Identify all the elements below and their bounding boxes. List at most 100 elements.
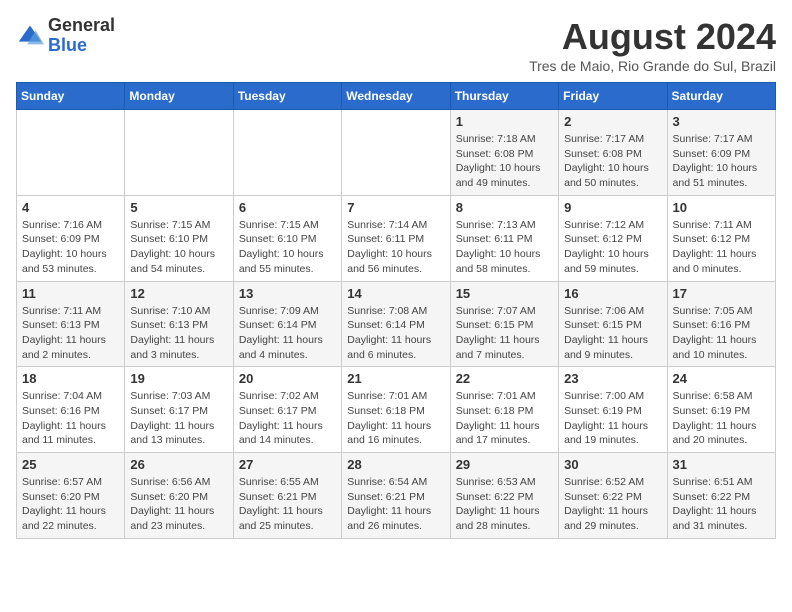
day-cell: 4Sunrise: 7:16 AM Sunset: 6:09 PM Daylig… bbox=[17, 195, 125, 281]
day-info: Sunrise: 7:14 AM Sunset: 6:11 PM Dayligh… bbox=[347, 218, 444, 277]
day-info: Sunrise: 7:03 AM Sunset: 6:17 PM Dayligh… bbox=[130, 389, 227, 448]
day-cell: 31 Sunrise: 6:51 AM Sunset: 6:22 PM Dayli… bbox=[667, 453, 775, 539]
weekday-header-monday: Monday bbox=[125, 83, 233, 110]
day-info: Sunrise: 7:10 AM Sunset: 6:13 PM Dayligh… bbox=[130, 304, 227, 363]
day-info: Sunrise: 7:01 AM Sunset: 6:18 PM Dayligh… bbox=[456, 389, 553, 448]
day-cell: 30 Sunrise: 6:52 AM Sunset: 6:22 PM Dayli… bbox=[559, 453, 667, 539]
day-info: Sunrise: 7:09 AM Sunset: 6:14 PM Dayligh… bbox=[239, 304, 336, 363]
day-number: 1 bbox=[456, 114, 553, 129]
day-cell: 15Sunrise: 7:07 AM Sunset: 6:15 PM Dayli… bbox=[450, 281, 558, 367]
day-number: 15 bbox=[456, 286, 553, 301]
day-info: Sunrise: 6:53 AM Sunset: 6:22 PM Dayligh… bbox=[456, 475, 553, 534]
day-info: Sunrise: 7:08 AM Sunset: 6:14 PM Dayligh… bbox=[347, 304, 444, 363]
day-info: Sunrise: 7:04 AM Sunset: 6:16 PM Dayligh… bbox=[22, 389, 119, 448]
day-number: 14 bbox=[347, 286, 444, 301]
day-cell: 9 Sunrise: 7:12 AM Sunset: 6:12 PM Daylig… bbox=[559, 195, 667, 281]
week-row-3: 11 Sunrise: 7:11 AM Sunset: 6:13 PM Dayli… bbox=[17, 281, 776, 367]
day-number: 24 bbox=[673, 371, 770, 386]
day-cell: 12 Sunrise: 7:10 AM Sunset: 6:13 PM Dayli… bbox=[125, 281, 233, 367]
day-cell: 13Sunrise: 7:09 AM Sunset: 6:14 PM Dayli… bbox=[233, 281, 341, 367]
day-number: 7 bbox=[347, 200, 444, 215]
day-cell bbox=[233, 110, 341, 196]
day-cell bbox=[342, 110, 450, 196]
day-cell: 11 Sunrise: 7:11 AM Sunset: 6:13 PM Dayli… bbox=[17, 281, 125, 367]
day-info: Sunrise: 7:13 AM Sunset: 6:11 PM Dayligh… bbox=[456, 218, 553, 277]
day-info: Sunrise: 6:52 AM Sunset: 6:22 PM Dayligh… bbox=[564, 475, 661, 534]
day-cell: 1Sunrise: 7:18 AM Sunset: 6:08 PM Daylig… bbox=[450, 110, 558, 196]
day-info: Sunrise: 6:54 AM Sunset: 6:21 PM Dayligh… bbox=[347, 475, 444, 534]
day-info: Sunrise: 7:01 AM Sunset: 6:18 PM Dayligh… bbox=[347, 389, 444, 448]
day-info: Sunrise: 6:58 AM Sunset: 6:19 PM Dayligh… bbox=[673, 389, 770, 448]
calendar-body: 1Sunrise: 7:18 AM Sunset: 6:08 PM Daylig… bbox=[17, 110, 776, 539]
weekday-header-friday: Friday bbox=[559, 83, 667, 110]
weekday-row: SundayMondayTuesdayWednesdayThursdayFrid… bbox=[17, 83, 776, 110]
week-row-2: 4Sunrise: 7:16 AM Sunset: 6:09 PM Daylig… bbox=[17, 195, 776, 281]
location-title: Tres de Maio, Rio Grande do Sul, Brazil bbox=[529, 58, 776, 74]
day-info: Sunrise: 7:17 AM Sunset: 6:09 PM Dayligh… bbox=[673, 132, 770, 191]
day-number: 11 bbox=[22, 286, 119, 301]
day-info: Sunrise: 7:02 AM Sunset: 6:17 PM Dayligh… bbox=[239, 389, 336, 448]
day-cell: 26 Sunrise: 6:56 AM Sunset: 6:20 PM Dayli… bbox=[125, 453, 233, 539]
day-cell: 25Sunrise: 6:57 AM Sunset: 6:20 PM Dayli… bbox=[17, 453, 125, 539]
day-cell: 16Sunrise: 7:06 AM Sunset: 6:15 PM Dayli… bbox=[559, 281, 667, 367]
day-cell: 20Sunrise: 7:02 AM Sunset: 6:17 PM Dayli… bbox=[233, 367, 341, 453]
day-number: 29 bbox=[456, 457, 553, 472]
day-number: 18 bbox=[22, 371, 119, 386]
day-number: 31 bbox=[673, 457, 770, 472]
day-cell bbox=[17, 110, 125, 196]
day-number: 30 bbox=[564, 457, 661, 472]
day-number: 21 bbox=[347, 371, 444, 386]
day-cell bbox=[125, 110, 233, 196]
day-number: 3 bbox=[673, 114, 770, 129]
day-number: 19 bbox=[130, 371, 227, 386]
day-cell: 5Sunrise: 7:15 AM Sunset: 6:10 PM Daylig… bbox=[125, 195, 233, 281]
weekday-header-sunday: Sunday bbox=[17, 83, 125, 110]
day-cell: 23 Sunrise: 7:00 AM Sunset: 6:19 PM Dayli… bbox=[559, 367, 667, 453]
week-row-5: 25Sunrise: 6:57 AM Sunset: 6:20 PM Dayli… bbox=[17, 453, 776, 539]
weekday-header-saturday: Saturday bbox=[667, 83, 775, 110]
day-cell: 2 Sunrise: 7:17 AM Sunset: 6:08 PM Daylig… bbox=[559, 110, 667, 196]
month-title: August 2024 bbox=[529, 16, 776, 58]
day-info: Sunrise: 6:57 AM Sunset: 6:20 PM Dayligh… bbox=[22, 475, 119, 534]
weekday-header-tuesday: Tuesday bbox=[233, 83, 341, 110]
calendar-header: SundayMondayTuesdayWednesdayThursdayFrid… bbox=[17, 83, 776, 110]
day-number: 22 bbox=[456, 371, 553, 386]
day-number: 23 bbox=[564, 371, 661, 386]
day-info: Sunrise: 7:11 AM Sunset: 6:13 PM Dayligh… bbox=[22, 304, 119, 363]
day-number: 28 bbox=[347, 457, 444, 472]
day-cell: 18 Sunrise: 7:04 AM Sunset: 6:16 PM Dayli… bbox=[17, 367, 125, 453]
day-number: 17 bbox=[673, 286, 770, 301]
day-info: Sunrise: 7:00 AM Sunset: 6:19 PM Dayligh… bbox=[564, 389, 661, 448]
day-cell: 21 Sunrise: 7:01 AM Sunset: 6:18 PM Dayli… bbox=[342, 367, 450, 453]
day-info: Sunrise: 7:11 AM Sunset: 6:12 PM Dayligh… bbox=[673, 218, 770, 277]
day-cell: 7 Sunrise: 7:14 AM Sunset: 6:11 PM Daylig… bbox=[342, 195, 450, 281]
day-cell: 19 Sunrise: 7:03 AM Sunset: 6:17 PM Dayli… bbox=[125, 367, 233, 453]
day-info: Sunrise: 7:12 AM Sunset: 6:12 PM Dayligh… bbox=[564, 218, 661, 277]
day-info: Sunrise: 7:16 AM Sunset: 6:09 PM Dayligh… bbox=[22, 218, 119, 277]
day-cell: 27Sunrise: 6:55 AM Sunset: 6:21 PM Dayli… bbox=[233, 453, 341, 539]
day-cell: 24 Sunrise: 6:58 AM Sunset: 6:19 PM Dayli… bbox=[667, 367, 775, 453]
day-number: 9 bbox=[564, 200, 661, 215]
day-number: 2 bbox=[564, 114, 661, 129]
day-info: Sunrise: 6:56 AM Sunset: 6:20 PM Dayligh… bbox=[130, 475, 227, 534]
weekday-header-wednesday: Wednesday bbox=[342, 83, 450, 110]
logo-text: General Blue bbox=[48, 16, 115, 56]
day-number: 26 bbox=[130, 457, 227, 472]
day-cell: 28 Sunrise: 6:54 AM Sunset: 6:21 PM Dayli… bbox=[342, 453, 450, 539]
day-cell: 10 Sunrise: 7:11 AM Sunset: 6:12 PM Dayli… bbox=[667, 195, 775, 281]
day-cell: 8 Sunrise: 7:13 AM Sunset: 6:11 PM Daylig… bbox=[450, 195, 558, 281]
day-number: 10 bbox=[673, 200, 770, 215]
logo: General Blue bbox=[16, 16, 115, 56]
title-area: August 2024 Tres de Maio, Rio Grande do … bbox=[529, 16, 776, 74]
calendar-table: SundayMondayTuesdayWednesdayThursdayFrid… bbox=[16, 82, 776, 539]
logo-icon bbox=[16, 22, 44, 50]
week-row-4: 18 Sunrise: 7:04 AM Sunset: 6:16 PM Dayli… bbox=[17, 367, 776, 453]
day-number: 5 bbox=[130, 200, 227, 215]
day-info: Sunrise: 6:51 AM Sunset: 6:22 PM Dayligh… bbox=[673, 475, 770, 534]
day-info: Sunrise: 7:17 AM Sunset: 6:08 PM Dayligh… bbox=[564, 132, 661, 191]
day-number: 8 bbox=[456, 200, 553, 215]
day-info: Sunrise: 7:05 AM Sunset: 6:16 PM Dayligh… bbox=[673, 304, 770, 363]
day-cell: 6Sunrise: 7:15 AM Sunset: 6:10 PM Daylig… bbox=[233, 195, 341, 281]
day-number: 12 bbox=[130, 286, 227, 301]
day-cell: 3 Sunrise: 7:17 AM Sunset: 6:09 PM Daylig… bbox=[667, 110, 775, 196]
